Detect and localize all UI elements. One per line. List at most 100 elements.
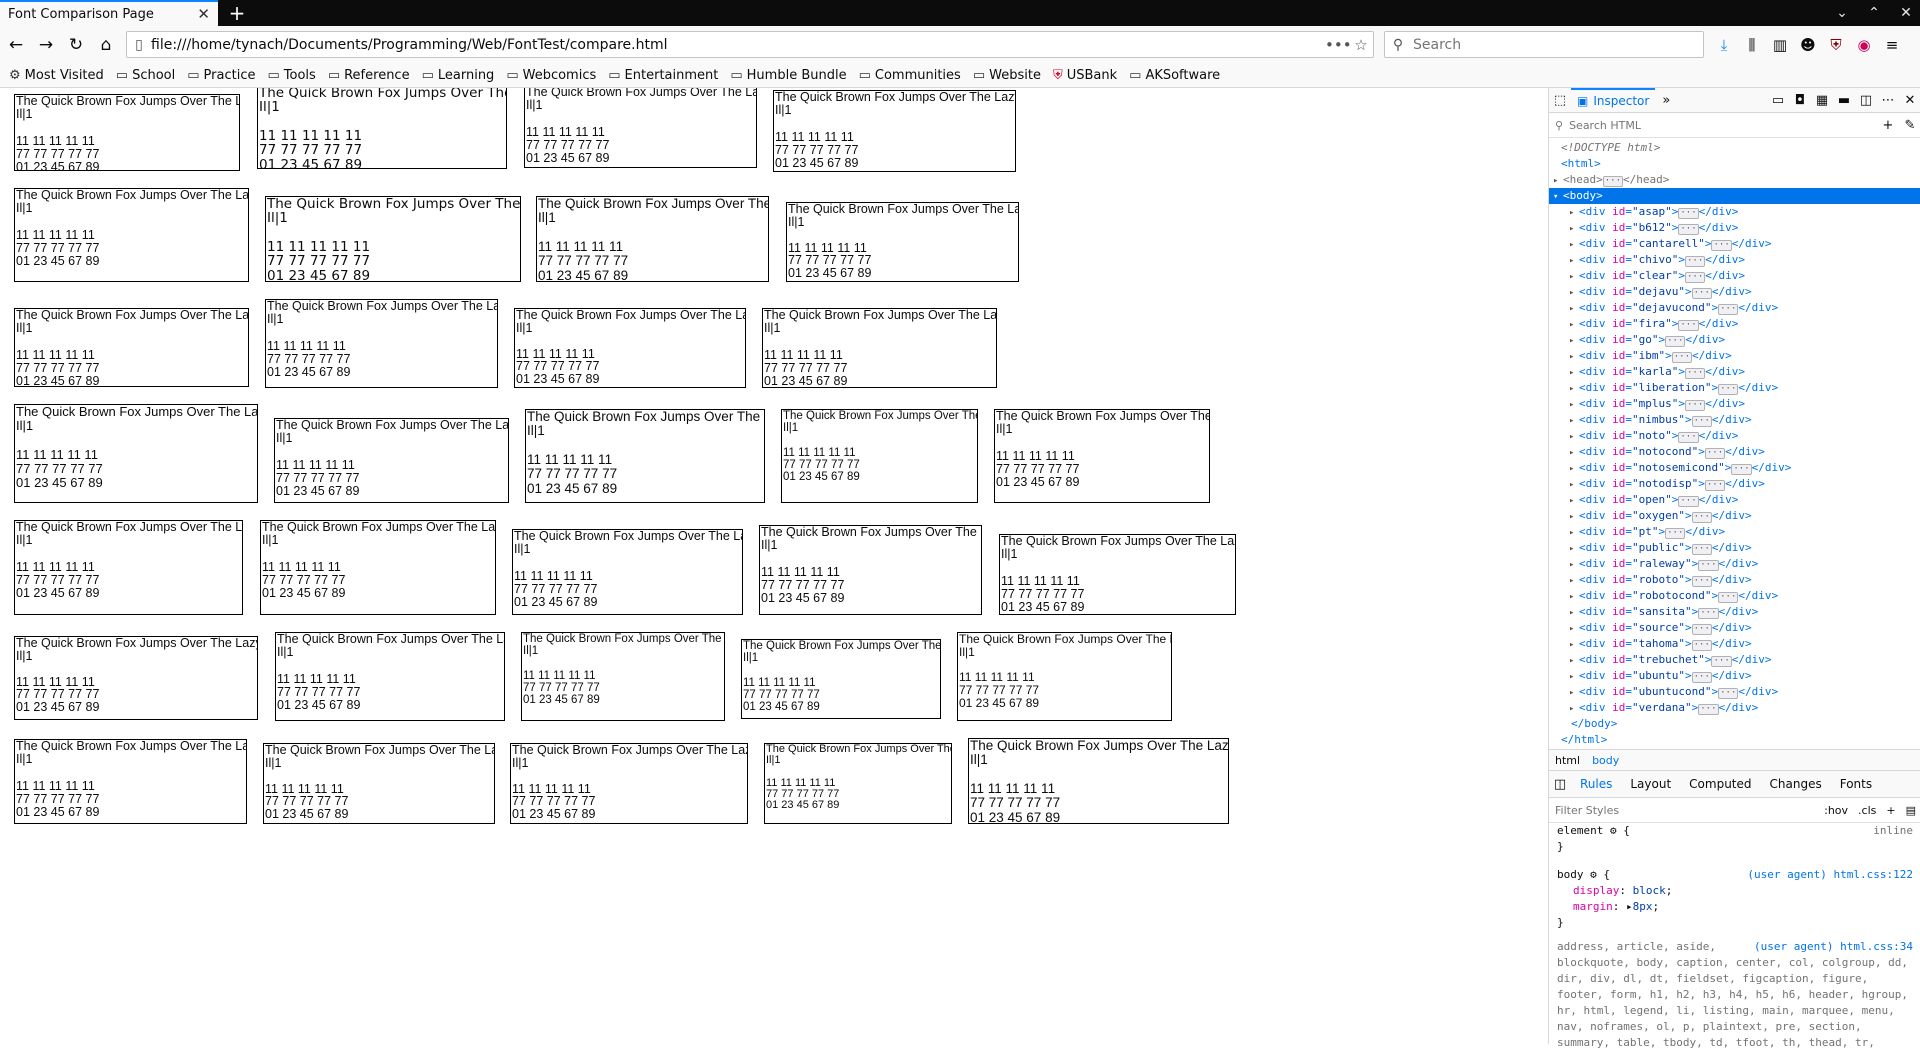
url-bar[interactable]: ▯ file:///home/tynach/Documents/Programm…: [126, 31, 1374, 58]
expand-arrow-icon[interactable]: ▸: [1569, 701, 1579, 717]
filter-styles-input[interactable]: [1549, 802, 1820, 818]
collapsed-ellipsis[interactable]: ···: [1691, 640, 1712, 651]
bookmark-item[interactable]: ▭ AKSoftware: [1126, 68, 1223, 83]
overflow-menu-icon[interactable]: ⋯: [1877, 93, 1899, 108]
collapsed-ellipsis[interactable]: ···: [1678, 320, 1699, 331]
gear-icon[interactable]: ⚙: [1610, 824, 1617, 837]
div-node[interactable]: ▸ <div id="tahoma"> ··· </div>: [1549, 636, 1920, 652]
tab-rules[interactable]: Rules: [1571, 777, 1621, 791]
div-node[interactable]: ▸ <div id="asap"> ··· </div>: [1549, 204, 1920, 220]
new-tab-button[interactable]: +: [226, 2, 248, 24]
bookmark-item[interactable]: ⛨ USBank: [1050, 68, 1120, 83]
collapsed-ellipsis[interactable]: ···: [1704, 480, 1726, 491]
tab-layout[interactable]: Layout: [1621, 777, 1680, 791]
breadcrumb-body[interactable]: body: [1586, 754, 1625, 767]
div-node[interactable]: ▸ <div id="dejavucond"> ··· </div>: [1549, 300, 1920, 316]
forward-arrow-icon[interactable]: →: [32, 31, 60, 59]
cls-toggle[interactable]: .cls: [1853, 804, 1881, 817]
collapse-arrow-icon[interactable]: ▾: [1553, 189, 1563, 205]
expand-arrow-icon[interactable]: ▸: [1569, 605, 1579, 621]
expand-arrow-icon[interactable]: ▸: [1569, 221, 1579, 237]
bookmark-item[interactable]: ⚙ Most Visited: [6, 68, 107, 83]
collapsed-ellipsis[interactable]: ···: [1665, 528, 1686, 539]
expand-arrow-icon[interactable]: ▸: [1569, 573, 1579, 589]
div-node[interactable]: ▸ <div id="fira"> ··· </div>: [1549, 316, 1920, 332]
collapsed-ellipsis[interactable]: ···: [1698, 560, 1719, 571]
expand-arrow-icon[interactable]: ▸: [1569, 429, 1579, 445]
collapsed-ellipsis[interactable]: ···: [1685, 368, 1706, 379]
collapsed-ellipsis[interactable]: ···: [1665, 336, 1686, 347]
collapsed-ellipsis[interactable]: ···: [1711, 240, 1732, 251]
div-node[interactable]: ▸ <div id="roboto"> ··· </div>: [1549, 572, 1920, 588]
collapsed-ellipsis[interactable]: ···: [1678, 208, 1699, 219]
expand-arrow-icon[interactable]: ▸: [1569, 333, 1579, 349]
div-node[interactable]: ▸ <div id="mplus"> ··· </div>: [1549, 396, 1920, 412]
div-node[interactable]: ▸ <div id="chivo"> ··· </div>: [1549, 252, 1920, 268]
tab-inspector[interactable]: ▣ Inspector: [1571, 88, 1656, 112]
bookmark-item[interactable]: ▭ Communities: [856, 68, 964, 83]
div-node[interactable]: ▸ <div id="liberation"> ··· </div>: [1549, 380, 1920, 396]
collapsed-ellipsis[interactable]: ···: [1602, 176, 1624, 187]
add-rule-icon[interactable]: +: [1881, 804, 1900, 817]
div-node[interactable]: ▸ <div id="ubuntucond"> ··· </div>: [1549, 684, 1920, 700]
collapsed-ellipsis[interactable]: ···: [1718, 592, 1739, 603]
gear-icon[interactable]: ⚙: [1590, 868, 1597, 881]
home-icon[interactable]: ⌂: [92, 31, 120, 59]
breadcrumb-html[interactable]: html: [1549, 754, 1586, 767]
collapsed-ellipsis[interactable]: ···: [1691, 416, 1712, 427]
div-node[interactable]: ▸ <div id="sansita"> ··· </div>: [1549, 604, 1920, 620]
expand-arrow-icon[interactable]: ▸: [1569, 349, 1579, 365]
bookmark-item[interactable]: ▭ Humble Bundle: [727, 68, 849, 83]
expand-arrow-icon[interactable]: ▸: [1569, 445, 1579, 461]
search-input[interactable]: [1411, 35, 1695, 54]
tab-changes[interactable]: Changes: [1761, 777, 1831, 791]
collapsed-ellipsis[interactable]: ···: [1731, 464, 1752, 475]
expand-arrow-icon[interactable]: ▸: [1553, 173, 1563, 189]
expand-arrow-icon[interactable]: ▸: [1569, 365, 1579, 381]
split-pane-icon[interactable]: ◫: [1549, 777, 1571, 792]
collapsed-ellipsis[interactable]: ···: [1685, 256, 1706, 267]
collapsed-ellipsis[interactable]: ···: [1678, 224, 1699, 235]
div-node[interactable]: ▸ <div id="raleway"> ··· </div>: [1549, 556, 1920, 572]
collapsed-ellipsis[interactable]: ···: [1718, 384, 1739, 395]
expand-arrow-icon[interactable]: ▸: [1569, 493, 1579, 509]
expand-arrow-icon[interactable]: ▸: [1569, 397, 1579, 413]
div-node[interactable]: ▸ <div id="open"> ··· </div>: [1549, 492, 1920, 508]
collapsed-ellipsis[interactable]: ···: [1718, 688, 1739, 699]
collapsed-ellipsis[interactable]: ···: [1691, 544, 1712, 555]
collapsed-ellipsis[interactable]: ···: [1678, 432, 1699, 443]
collapsed-ellipsis[interactable]: ···: [1718, 304, 1739, 315]
expand-arrow-icon[interactable]: ▸: [1569, 525, 1579, 541]
collapsed-ellipsis[interactable]: ···: [1691, 672, 1712, 683]
collapsed-ellipsis[interactable]: ···: [1691, 512, 1712, 523]
div-node[interactable]: ▸ <div id="b612"> ··· </div>: [1549, 220, 1920, 236]
property-value[interactable]: block: [1633, 884, 1666, 897]
extension-icon[interactable]: ◉: [1852, 31, 1876, 59]
screenshot-icon[interactable]: ◘: [1789, 93, 1811, 108]
div-node[interactable]: ▸ <div id="robotocond"> ··· </div>: [1549, 588, 1920, 604]
div-node[interactable]: ▸ <div id="dejavu"> ··· </div>: [1549, 284, 1920, 300]
add-node-icon[interactable]: +: [1877, 118, 1899, 133]
div-node[interactable]: ▸ <div id="trebuchet"> ··· </div>: [1549, 652, 1920, 668]
expand-arrow-icon[interactable]: ▸: [1569, 381, 1579, 397]
expand-arrow-icon[interactable]: ▸: [1569, 685, 1579, 701]
collapsed-ellipsis[interactable]: ···: [1685, 272, 1706, 283]
div-node[interactable]: ▸ <div id="clear"> ··· </div>: [1549, 268, 1920, 284]
div-node[interactable]: ▸ <div id="notocond"> ··· </div>: [1549, 444, 1920, 460]
expand-arrow-icon[interactable]: ▸: [1569, 557, 1579, 573]
collapsed-ellipsis[interactable]: ···: [1691, 288, 1712, 299]
expand-arrow-icon[interactable]: ▸: [1569, 253, 1579, 269]
reload-icon[interactable]: ↻: [62, 31, 90, 59]
property-name[interactable]: display: [1573, 884, 1619, 897]
tab-font-comparison[interactable]: Font Comparison Page ✕: [0, 0, 218, 26]
minimize-button[interactable]: ⌄: [1828, 0, 1856, 26]
maximize-button[interactable]: ⌃: [1860, 0, 1888, 26]
property-name[interactable]: margin: [1573, 900, 1613, 913]
frames-icon[interactable]: ▦: [1811, 93, 1833, 108]
bookmark-item[interactable]: ▭ Webcomics: [503, 68, 599, 83]
back-arrow-icon[interactable]: ←: [2, 31, 30, 59]
library-icon[interactable]: ⫼: [1740, 31, 1764, 59]
rule-declaration[interactable]: display: block;: [1557, 883, 1913, 899]
expand-arrow-icon[interactable]: ▸: [1569, 301, 1579, 317]
expand-arrow-icon[interactable]: ▸: [1569, 461, 1579, 477]
